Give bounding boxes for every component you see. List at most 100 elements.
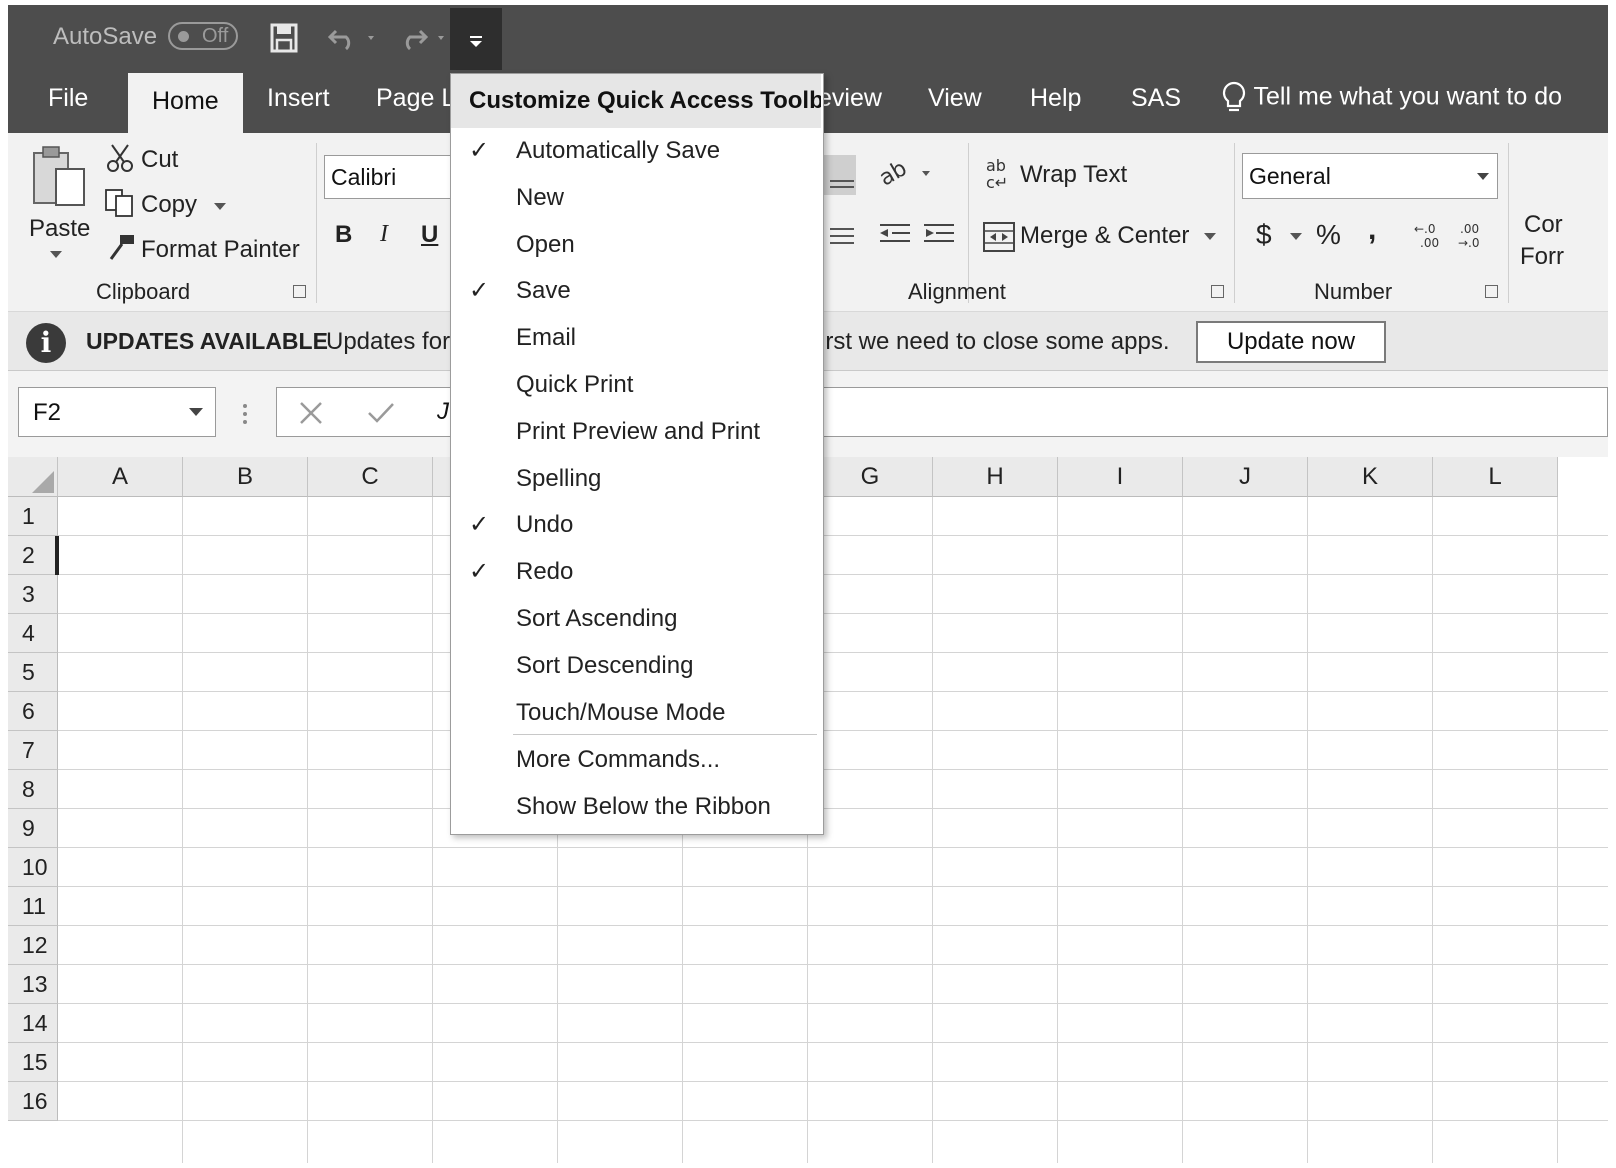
align-bottom-button[interactable] [820, 155, 856, 195]
undo-icon[interactable] [328, 25, 384, 51]
comma-style-button[interactable]: , [1368, 213, 1376, 247]
menu-item-redo[interactable]: ✓ Redo [451, 549, 821, 595]
formula-input[interactable] [814, 387, 1608, 437]
column-header[interactable]: J [1183, 457, 1308, 497]
indent-icons[interactable] [878, 219, 958, 251]
menu-item-spelling[interactable]: Spelling [451, 456, 821, 502]
paste-dropdown-icon[interactable] [50, 251, 62, 259]
column-header[interactable]: K [1308, 457, 1433, 497]
column-header[interactable]: L [1433, 457, 1558, 497]
currency-button[interactable]: $ [1256, 219, 1272, 251]
grip-icon[interactable] [240, 401, 250, 431]
tab-sas[interactable]: SAS [1131, 84, 1181, 113]
row-header[interactable]: 8 [8, 770, 58, 809]
conditional-formatting-label-line1[interactable]: Cor [1524, 211, 1563, 239]
wrap-text-button[interactable]: Wrap Text [1020, 161, 1127, 189]
column-header[interactable]: C [308, 457, 433, 497]
merge-dropdown-icon[interactable] [1204, 233, 1216, 241]
tab-help[interactable]: Help [1030, 84, 1081, 113]
align-right-icon[interactable] [820, 223, 856, 253]
decimal-buttons-icon[interactable]: ←.0 .00 .00 →.0 [1412, 219, 1502, 253]
customize-toolbar-button[interactable] [450, 8, 502, 70]
row-header[interactable]: 11 [8, 887, 58, 926]
bold-button[interactable]: B [335, 221, 352, 249]
column-header[interactable]: G [808, 457, 933, 497]
save-icon[interactable] [270, 23, 298, 53]
tab-insert[interactable]: Insert [267, 84, 330, 113]
row-gridline [58, 847, 1608, 848]
italic-button[interactable]: I [380, 221, 388, 248]
message-title: UPDATES AVAILABLE [86, 328, 328, 354]
checkmark-icon: ✓ [469, 511, 490, 538]
message-text-right: irst we need to close some apps. [820, 328, 1170, 355]
underline-button[interactable]: U [421, 221, 438, 249]
tab-home[interactable]: Home [128, 73, 243, 133]
column-header[interactable]: B [183, 457, 308, 497]
cut-button[interactable]: Cut [141, 146, 178, 174]
menu-item-print-preview-and-print[interactable]: Print Preview and Print [451, 409, 821, 455]
row-header[interactable]: 13 [8, 965, 58, 1004]
menu-item-save[interactable]: ✓ Save [451, 268, 821, 314]
row-gridline [58, 1042, 1608, 1043]
menu-item-undo[interactable]: ✓ Undo [451, 502, 821, 548]
alignment-launcher-icon[interactable] [1211, 285, 1224, 298]
row-header[interactable]: 4 [8, 614, 58, 653]
menu-item-more-commands[interactable]: More Commands... [451, 737, 821, 783]
tell-me-search[interactable]: Tell me what you want to do [1221, 81, 1562, 115]
paste-icon[interactable] [30, 143, 88, 211]
row-header[interactable]: 6 [8, 692, 58, 731]
cancel-icon[interactable] [299, 401, 323, 425]
clipboard-launcher-icon[interactable] [293, 285, 306, 298]
row-header[interactable]: 16 [8, 1082, 58, 1121]
menu-item-sort-ascending[interactable]: Sort Ascending [451, 596, 821, 642]
row-header[interactable]: 12 [8, 926, 58, 965]
group-divider [316, 143, 317, 303]
column-header[interactable]: I [1058, 457, 1183, 497]
row-header[interactable]: 15 [8, 1043, 58, 1082]
menu-item-open[interactable]: Open [451, 222, 821, 268]
menu-item-automatically-save[interactable]: ✓ Automatically Save [451, 128, 821, 174]
menu-item-show-below-ribbon[interactable]: Show Below the Ribbon [451, 784, 821, 830]
menu-item-label: Touch/Mouse Mode [516, 699, 726, 726]
tab-view[interactable]: View [928, 84, 982, 113]
row-header[interactable]: 3 [8, 575, 58, 614]
row-header[interactable]: 1 [8, 497, 58, 536]
number-format-dropdown[interactable]: General [1242, 153, 1498, 199]
merge-center-button[interactable]: Merge & Center [1020, 222, 1189, 250]
number-launcher-icon[interactable] [1485, 285, 1498, 298]
menu-item-sort-descending[interactable]: Sort Descending [451, 643, 821, 689]
chevron-down-icon[interactable] [189, 408, 203, 417]
row-header[interactable]: 14 [8, 1004, 58, 1043]
tab-review[interactable]: eview [818, 84, 882, 113]
row-header[interactable]: 7 [8, 731, 58, 770]
menu-item-quick-print[interactable]: Quick Print [451, 362, 821, 408]
copy-button[interactable]: Copy [141, 191, 197, 219]
menu-item-label: Automatically Save [516, 137, 721, 164]
conditional-formatting-label-line2[interactable]: Forr [1520, 243, 1564, 271]
fx-label[interactable]: J [437, 398, 449, 426]
column-header[interactable]: H [933, 457, 1058, 497]
copy-dropdown-icon[interactable] [214, 203, 226, 211]
update-now-button[interactable]: Update now [1196, 321, 1386, 363]
format-painter-button[interactable]: Format Painter [141, 236, 300, 264]
row-header[interactable]: 9 [8, 809, 58, 848]
orientation-icon[interactable]: ab [878, 157, 934, 189]
menu-item-touch-mouse-mode[interactable]: Touch/Mouse Mode [451, 690, 821, 736]
row-gridline [58, 574, 1608, 575]
menu-item-email[interactable]: Email [451, 315, 821, 361]
row-header[interactable]: 2 [8, 536, 58, 575]
autosave-toggle[interactable]: Off [168, 22, 238, 50]
row-header[interactable]: 10 [8, 848, 58, 887]
font-name-box[interactable]: Calibri [324, 155, 464, 199]
redo-icon[interactable] [400, 25, 456, 51]
currency-dropdown-icon[interactable] [1290, 233, 1302, 241]
select-all-corner[interactable] [8, 457, 58, 497]
menu-item-new[interactable]: New [451, 175, 821, 221]
row-header[interactable]: 5 [8, 653, 58, 692]
percent-button[interactable]: % [1316, 219, 1341, 251]
column-header[interactable]: A [58, 457, 183, 497]
name-box[interactable]: F2 [18, 387, 216, 437]
tab-file[interactable]: File [48, 84, 88, 113]
paste-button[interactable]: Paste [29, 215, 90, 243]
enter-check-icon[interactable] [367, 401, 395, 425]
